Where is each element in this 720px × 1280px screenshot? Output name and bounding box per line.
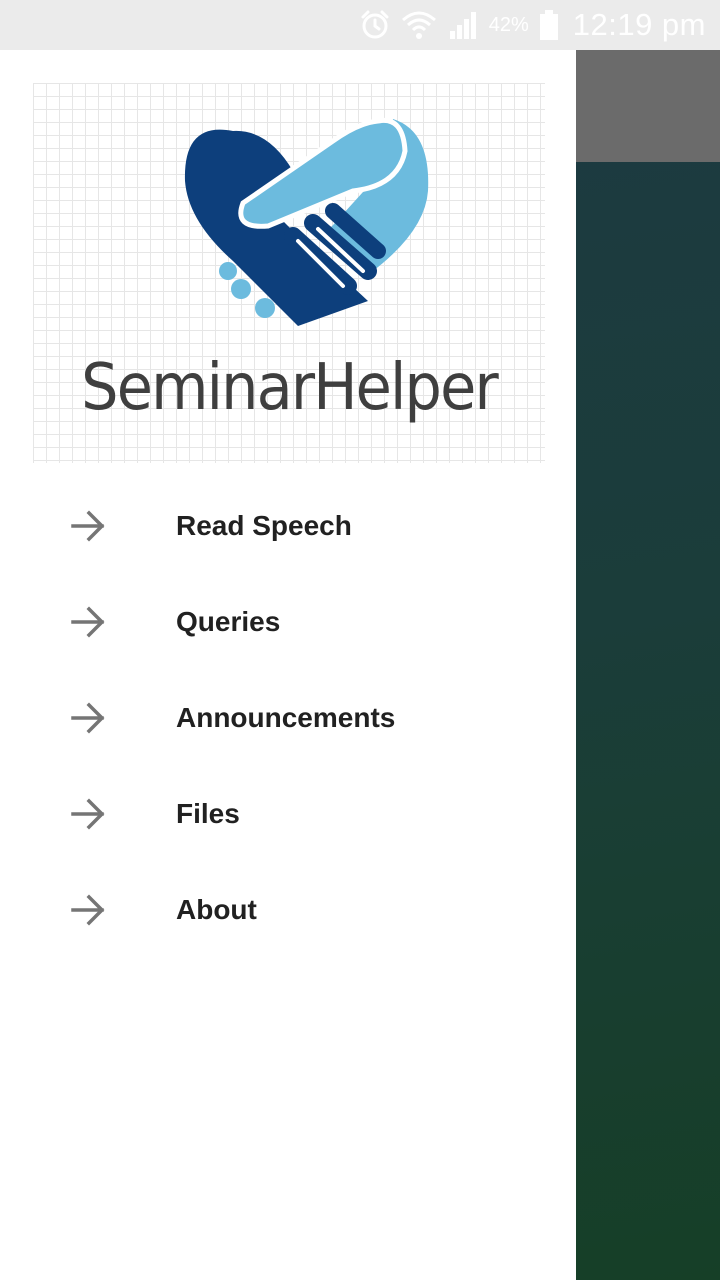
drawer-menu: Read Speech Queries Announcements Files … <box>0 478 576 958</box>
alarm-icon <box>359 9 391 41</box>
drawer-header: SeminarHelper <box>33 83 545 463</box>
status-bar: 42% 12:19 pm <box>0 0 720 50</box>
arrow-right-icon <box>70 702 106 734</box>
menu-item-files[interactable]: Files <box>0 766 576 862</box>
menu-item-about[interactable]: About <box>0 862 576 958</box>
signal-icon <box>447 9 479 41</box>
menu-item-label: Read Speech <box>176 510 352 541</box>
battery-icon <box>539 9 559 41</box>
wifi-icon <box>401 9 437 41</box>
arrow-right-icon <box>70 606 106 638</box>
menu-item-queries[interactable]: Queries <box>0 574 576 670</box>
screen: 42% 12:19 pm SeminarHelper Read Speech Q… <box>0 0 720 1280</box>
menu-item-label: Files <box>176 798 240 829</box>
menu-item-announcements[interactable]: Announcements <box>0 670 576 766</box>
menu-item-label: Announcements <box>176 702 396 733</box>
status-time: 12:19 pm <box>572 7 706 42</box>
arrow-right-icon <box>70 894 106 926</box>
arrow-right-icon <box>70 510 106 542</box>
navigation-drawer: SeminarHelper Read Speech Queries Announ… <box>0 50 576 1280</box>
app-logo-text: SeminarHelper <box>81 351 499 425</box>
menu-item-label: Queries <box>176 606 281 637</box>
menu-item-read-speech[interactable]: Read Speech <box>0 478 576 574</box>
handshake-heart-icon <box>184 117 429 326</box>
arrow-right-icon <box>70 798 106 830</box>
battery-percent: 42% <box>488 13 529 36</box>
menu-item-label: About <box>176 894 257 925</box>
